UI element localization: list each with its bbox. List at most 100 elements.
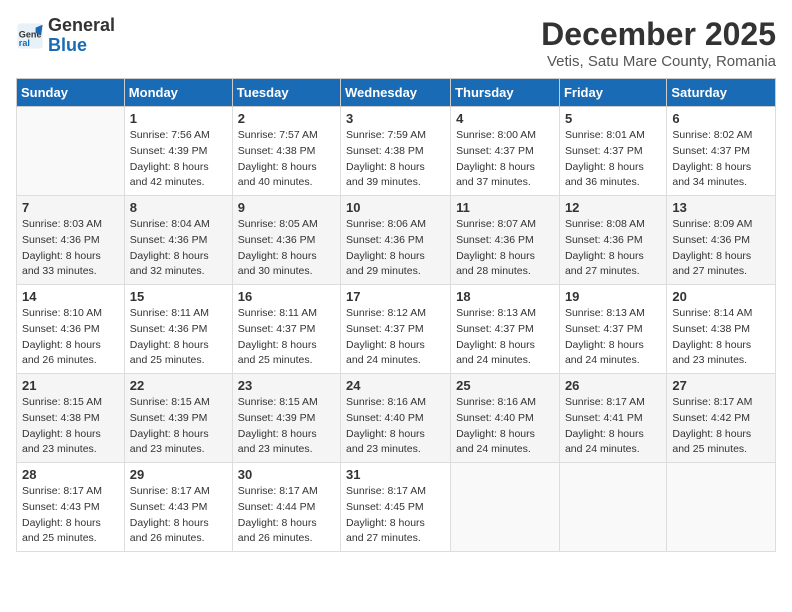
logo-name: General Blue: [48, 16, 115, 56]
day-cell: 20 Sunrise: 8:14 AMSunset: 4:38 PMDayligh…: [667, 285, 776, 374]
day-number: 12: [565, 200, 661, 215]
day-number: 25: [456, 378, 554, 393]
day-cell: 30Sunrise: 8:17 AMSunset: 4:44 PMDayligh…: [232, 463, 340, 552]
day-cell: 18 Sunrise: 8:13 AMSunset: 4:37 PMDayligh…: [451, 285, 560, 374]
page-title: December 2025: [541, 16, 776, 53]
day-number: 10: [346, 200, 445, 215]
day-cell: 17Sunrise: 8:12 AMSunset: 4:37 PMDayligh…: [341, 285, 451, 374]
week-row-1: 1Sunrise: 7:56 AMSunset: 4:39 PMDaylight…: [17, 107, 776, 196]
day-cell: 3 Sunrise: 7:59 AMSunset: 4:38 PMDaylight…: [341, 107, 451, 196]
day-cell: 10 Sunrise: 8:06 AMSunset: 4:36 PMDayligh…: [341, 196, 451, 285]
week-row-4: 21 Sunrise: 8:15 AMSunset: 4:38 PMDayligh…: [17, 374, 776, 463]
day-info: Sunrise: 8:00 AMSunset: 4:37 PMDaylight:…: [456, 128, 554, 191]
logo: Gene ral General Blue: [16, 16, 115, 56]
day-info: Sunrise: 8:16 AMSunset: 4:40 PMDaylight:…: [346, 395, 445, 458]
calendar-header: SundayMondayTuesdayWednesdayThursdayFrid…: [17, 79, 776, 107]
logo-line1: General: [48, 16, 115, 36]
day-cell: 31 Sunrise: 8:17 AMSunset: 4:45 PMDayligh…: [341, 463, 451, 552]
day-cell: [559, 463, 666, 552]
page-subtitle: Vetis, Satu Mare County, Romania: [541, 53, 776, 70]
day-info: Sunrise: 8:04 AMSunset: 4:36 PMDaylight:…: [130, 217, 227, 280]
day-cell: 14Sunrise: 8:10 AMSunset: 4:36 PMDayligh…: [17, 285, 125, 374]
day-info: Sunrise: 8:17 AMSunset: 4:43 PMDaylight:…: [22, 484, 119, 547]
day-info: Sunrise: 8:11 AMSunset: 4:36 PMDaylight:…: [130, 306, 227, 369]
day-info: Sunrise: 8:15 AMSunset: 4:39 PMDaylight:…: [238, 395, 335, 458]
day-info: Sunrise: 7:59 AMSunset: 4:38 PMDaylight:…: [346, 128, 445, 191]
day-cell: 6 Sunrise: 8:02 AMSunset: 4:37 PMDaylight…: [667, 107, 776, 196]
day-cell: [667, 463, 776, 552]
day-number: 1: [130, 111, 227, 126]
day-number: 28: [22, 467, 119, 482]
day-info: Sunrise: 8:08 AMSunset: 4:36 PMDaylight:…: [565, 217, 661, 280]
week-row-2: 7Sunrise: 8:03 AMSunset: 4:36 PMDaylight…: [17, 196, 776, 285]
day-number: 7: [22, 200, 119, 215]
day-cell: 5 Sunrise: 8:01 AMSunset: 4:37 PMDaylight…: [559, 107, 666, 196]
day-info: Sunrise: 8:13 AMSunset: 4:37 PMDaylight:…: [456, 306, 554, 369]
day-cell: 23 Sunrise: 8:15 AMSunset: 4:39 PMDayligh…: [232, 374, 340, 463]
day-number: 6: [672, 111, 770, 126]
day-number: 21: [22, 378, 119, 393]
day-number: 8: [130, 200, 227, 215]
day-cell: 11 Sunrise: 8:07 AMSunset: 4:36 PMDayligh…: [451, 196, 560, 285]
day-number: 22: [130, 378, 227, 393]
day-cell: 4 Sunrise: 8:00 AMSunset: 4:37 PMDaylight…: [451, 107, 560, 196]
day-number: 26: [565, 378, 661, 393]
col-header-wednesday: Wednesday: [341, 79, 451, 107]
day-cell: 9Sunrise: 8:05 AMSunset: 4:36 PMDaylight…: [232, 196, 340, 285]
day-info: Sunrise: 8:01 AMSunset: 4:37 PMDaylight:…: [565, 128, 661, 191]
col-header-friday: Friday: [559, 79, 666, 107]
col-header-monday: Monday: [124, 79, 232, 107]
day-number: 3: [346, 111, 445, 126]
day-number: 27: [672, 378, 770, 393]
day-info: Sunrise: 8:17 AMSunset: 4:45 PMDaylight:…: [346, 484, 445, 547]
day-info: Sunrise: 8:11 AMSunset: 4:37 PMDaylight:…: [238, 306, 335, 369]
day-number: 19: [565, 289, 661, 304]
day-info: Sunrise: 8:09 AMSunset: 4:36 PMDaylight:…: [672, 217, 770, 280]
week-row-5: 28 Sunrise: 8:17 AMSunset: 4:43 PMDayligh…: [17, 463, 776, 552]
day-cell: 22 Sunrise: 8:15 AMSunset: 4:39 PMDayligh…: [124, 374, 232, 463]
day-number: 13: [672, 200, 770, 215]
day-cell: [451, 463, 560, 552]
day-cell: 26 Sunrise: 8:17 AMSunset: 4:41 PMDayligh…: [559, 374, 666, 463]
day-cell: 28 Sunrise: 8:17 AMSunset: 4:43 PMDayligh…: [17, 463, 125, 552]
day-cell: [17, 107, 125, 196]
day-info: Sunrise: 8:17 AMSunset: 4:42 PMDaylight:…: [672, 395, 770, 458]
day-number: 20: [672, 289, 770, 304]
day-info: Sunrise: 8:17 AMSunset: 4:44 PMDaylight:…: [238, 484, 335, 547]
day-number: 15: [130, 289, 227, 304]
day-cell: 24Sunrise: 8:16 AMSunset: 4:40 PMDayligh…: [341, 374, 451, 463]
day-info: Sunrise: 8:15 AMSunset: 4:39 PMDaylight:…: [130, 395, 227, 458]
day-number: 5: [565, 111, 661, 126]
day-number: 4: [456, 111, 554, 126]
day-info: Sunrise: 8:13 AMSunset: 4:37 PMDaylight:…: [565, 306, 661, 369]
day-number: 31: [346, 467, 445, 482]
day-info: Sunrise: 8:07 AMSunset: 4:36 PMDaylight:…: [456, 217, 554, 280]
day-info: Sunrise: 8:02 AMSunset: 4:37 PMDaylight:…: [672, 128, 770, 191]
day-info: Sunrise: 8:15 AMSunset: 4:38 PMDaylight:…: [22, 395, 119, 458]
logo-icon: Gene ral: [16, 22, 44, 50]
day-number: 14: [22, 289, 119, 304]
day-number: 23: [238, 378, 335, 393]
day-number: 11: [456, 200, 554, 215]
day-cell: 15 Sunrise: 8:11 AMSunset: 4:36 PMDayligh…: [124, 285, 232, 374]
day-number: 16: [238, 289, 335, 304]
calendar-table: SundayMondayTuesdayWednesdayThursdayFrid…: [16, 78, 776, 552]
day-cell: 8 Sunrise: 8:04 AMSunset: 4:36 PMDaylight…: [124, 196, 232, 285]
day-info: Sunrise: 8:06 AMSunset: 4:36 PMDaylight:…: [346, 217, 445, 280]
col-header-saturday: Saturday: [667, 79, 776, 107]
day-cell: 1Sunrise: 7:56 AMSunset: 4:39 PMDaylight…: [124, 107, 232, 196]
day-cell: 16 Sunrise: 8:11 AMSunset: 4:37 PMDayligh…: [232, 285, 340, 374]
col-header-thursday: Thursday: [451, 79, 560, 107]
day-cell: 27 Sunrise: 8:17 AMSunset: 4:42 PMDayligh…: [667, 374, 776, 463]
day-info: Sunrise: 8:17 AMSunset: 4:41 PMDaylight:…: [565, 395, 661, 458]
header: Gene ral General Blue December 2025 Veti…: [16, 16, 776, 70]
day-info: Sunrise: 8:17 AMSunset: 4:43 PMDaylight:…: [130, 484, 227, 547]
day-number: 18: [456, 289, 554, 304]
day-cell: 25Sunrise: 8:16 AMSunset: 4:40 PMDayligh…: [451, 374, 560, 463]
day-cell: 29 Sunrise: 8:17 AMSunset: 4:43 PMDayligh…: [124, 463, 232, 552]
day-cell: 12 Sunrise: 8:08 AMSunset: 4:36 PMDayligh…: [559, 196, 666, 285]
header-row: SundayMondayTuesdayWednesdayThursdayFrid…: [17, 79, 776, 107]
day-info: Sunrise: 8:14 AMSunset: 4:38 PMDaylight:…: [672, 306, 770, 369]
day-number: 9: [238, 200, 335, 215]
day-number: 29: [130, 467, 227, 482]
